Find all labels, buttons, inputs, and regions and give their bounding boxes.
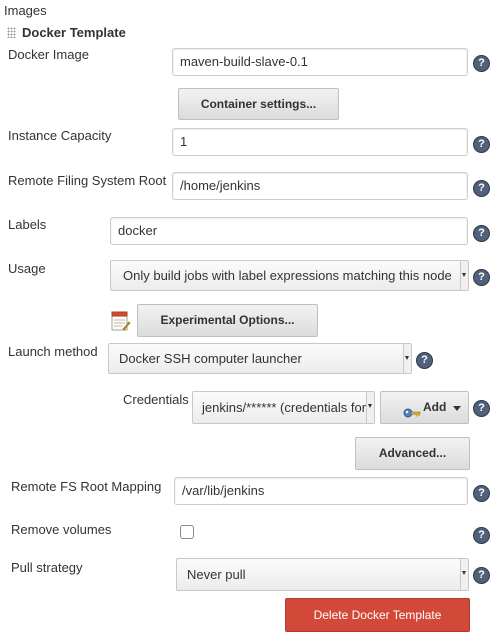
chevron-down-icon: [460, 559, 468, 590]
help-icon[interactable]: ?: [473, 180, 490, 197]
docker-image-input[interactable]: maven-build-slave-0.1: [172, 48, 468, 76]
help-icon[interactable]: ?: [473, 400, 490, 417]
usage-label: Usage: [8, 261, 46, 276]
remove-volumes-label: Remove volumes: [11, 522, 112, 537]
experimental-options-button[interactable]: Experimental Options...: [137, 304, 318, 337]
help-icon[interactable]: ?: [473, 55, 490, 72]
help-icon[interactable]: ?: [473, 527, 490, 544]
add-credentials-button[interactable]: Add: [380, 391, 469, 424]
credentials-select-value: jenkins/****** (credentials for jenkins …: [202, 400, 374, 415]
pull-strategy-select-value: Never pull: [187, 567, 246, 582]
help-icon[interactable]: ?: [473, 567, 490, 584]
docker-image-label: Docker Image: [8, 47, 89, 62]
help-icon[interactable]: ?: [473, 225, 490, 242]
notepad-icon: [110, 311, 131, 331]
section-title: Images: [4, 3, 47, 18]
template-title: Docker Template: [22, 25, 126, 40]
launch-method-label: Launch method: [8, 344, 98, 359]
launch-method-select[interactable]: Docker SSH computer launcher: [108, 343, 412, 374]
delete-docker-template-button[interactable]: Delete Docker Template: [285, 598, 470, 632]
help-icon[interactable]: ?: [416, 352, 433, 369]
usage-select-value: Only build jobs with label expressions m…: [123, 268, 452, 283]
credentials-label: Credentials: [123, 392, 189, 407]
usage-select[interactable]: Only build jobs with label expressions m…: [110, 260, 469, 291]
help-icon[interactable]: ?: [473, 136, 490, 153]
remove-volumes-checkbox[interactable]: [180, 525, 194, 539]
chevron-down-icon: [460, 261, 468, 290]
remote-fs-root-mapping-label: Remote FS Root Mapping: [11, 479, 162, 494]
remote-fs-root-mapping-input[interactable]: /var/lib/jenkins: [174, 477, 468, 505]
help-icon[interactable]: ?: [473, 485, 490, 502]
instance-capacity-label: Instance Capacity: [8, 128, 112, 143]
labels-input[interactable]: docker: [110, 217, 468, 245]
instance-capacity-input[interactable]: 1: [172, 128, 468, 156]
key-icon: [403, 401, 421, 418]
drag-handle-icon[interactable]: [7, 27, 16, 38]
pull-strategy-select[interactable]: Never pull: [176, 558, 469, 591]
add-button-label: Add: [423, 400, 447, 414]
pull-strategy-label: Pull strategy: [11, 560, 83, 575]
help-icon[interactable]: ?: [473, 269, 490, 286]
remote-fs-root-label: Remote Filing System Root: [8, 173, 167, 188]
chevron-down-icon: [403, 344, 411, 373]
caret-down-icon: [453, 406, 461, 411]
chevron-down-icon: [366, 392, 374, 423]
advanced-button[interactable]: Advanced...: [355, 437, 470, 470]
remote-fs-root-input[interactable]: /home/jenkins: [172, 172, 468, 200]
labels-label: Labels: [8, 217, 47, 232]
credentials-select[interactable]: jenkins/****** (credentials for jenkins …: [192, 391, 375, 424]
container-settings-button[interactable]: Container settings...: [178, 88, 339, 120]
launch-method-select-value: Docker SSH computer launcher: [119, 351, 302, 366]
